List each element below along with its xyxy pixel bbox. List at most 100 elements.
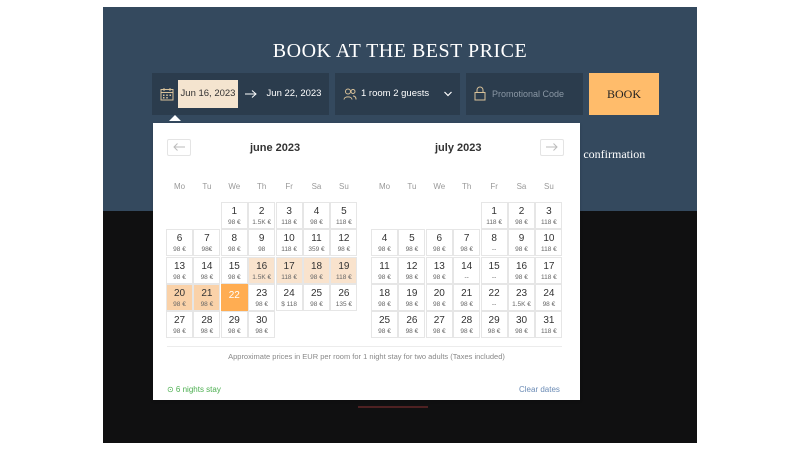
calendar-day[interactable]: 12 98 € xyxy=(330,229,358,257)
weekday-header: Su xyxy=(543,182,554,191)
calendar-day[interactable]: 19 118 € xyxy=(330,256,358,284)
day-number: 15 xyxy=(228,260,240,272)
calendar-day[interactable]: 28 98 € xyxy=(453,311,481,339)
calendar-day[interactable]: 15 98 € xyxy=(220,256,248,284)
calendar-day[interactable]: 6 98 € xyxy=(166,229,193,257)
calendar-day[interactable]: 14 98 € xyxy=(193,256,221,284)
day-price: 98 € xyxy=(378,273,391,281)
calendar-day[interactable]: 24 $ 118 xyxy=(275,283,303,311)
day-number: 18 xyxy=(378,287,391,299)
day-number: 5 xyxy=(409,233,415,245)
calendar-day[interactable]: 9 98 € xyxy=(508,229,535,257)
calendar-day[interactable]: 20 98 € xyxy=(166,283,193,311)
day-price: 118 € xyxy=(540,246,557,254)
calendar-day[interactable]: 17 118 € xyxy=(535,256,563,284)
guests-selector[interactable]: 1 room 2 guests xyxy=(335,73,460,115)
calendar-day[interactable]: 16 1.5K € xyxy=(248,256,276,284)
book-button[interactable]: BOOK xyxy=(589,73,659,115)
calendar-day[interactable]: 21 98 € xyxy=(453,283,481,311)
calendar-day[interactable]: 27 98 € xyxy=(166,311,193,339)
day-price: 98 € xyxy=(378,300,391,308)
next-month-button[interactable] xyxy=(540,139,564,156)
day-number: 4 xyxy=(381,233,388,245)
calendar-day[interactable]: 26 98 € xyxy=(398,311,426,339)
calendar-day[interactable]: 25 98 € xyxy=(303,283,330,311)
day-number: 20 xyxy=(173,287,186,299)
calendar-day[interactable]: 13 98 € xyxy=(166,256,193,284)
calendar-day[interactable]: 5 118 € xyxy=(330,202,358,229)
calendar-day[interactable]: 30 98 € xyxy=(248,311,276,339)
day-number: 16 xyxy=(256,260,268,272)
check-out-date[interactable]: Jun 22, 2023 xyxy=(264,80,324,108)
day-number: 28 xyxy=(461,315,473,327)
calendar-day[interactable]: 29 98 € xyxy=(480,311,508,339)
day-number: 19 xyxy=(406,287,418,299)
calendar-day[interactable]: 8 98 € xyxy=(220,229,248,257)
day-number: 29 xyxy=(488,315,500,327)
calendar-day[interactable]: 12 98 € xyxy=(398,256,426,284)
calendar-day[interactable]: 1 118 € xyxy=(480,202,508,229)
calendar-day[interactable]: 7 98€ xyxy=(193,229,221,257)
calendar-day[interactable]: 17 118 € xyxy=(275,256,303,284)
calendar-day[interactable]: 10 118 € xyxy=(535,229,563,257)
calendar-day[interactable]: 7 98 € xyxy=(453,229,481,257)
day-number: 11 xyxy=(379,260,390,272)
calendar-day[interactable]: 11 98 € xyxy=(371,256,398,284)
calendar-day[interactable]: 6 98 € xyxy=(425,229,453,257)
day-number: 19 xyxy=(338,260,350,272)
weekday-header: Tu xyxy=(407,182,417,191)
check-in-date[interactable]: Jun 16, 2023 xyxy=(178,80,238,108)
calendar-day[interactable]: 20 98 € xyxy=(425,283,453,311)
calendar-day[interactable]: 22 xyxy=(220,283,248,311)
calendar-day[interactable]: 2 1.5K € xyxy=(248,202,276,229)
promo-code-input[interactable]: Promotional Code xyxy=(492,73,564,115)
hero-frame: BOOK AT THE BEST PRICE e confirmation Ju… xyxy=(103,7,697,443)
calendar-day[interactable]: 31 118 € xyxy=(535,311,563,339)
calendar-day[interactable]: 2 98 € xyxy=(508,202,535,229)
day-price: 118 € xyxy=(281,219,297,226)
calendar-day[interactable]: 16 98 € xyxy=(508,256,535,284)
day-price: 98 € xyxy=(432,300,446,308)
calendar-day[interactable]: 23 1.5K € xyxy=(508,283,535,311)
date-range-field[interactable]: Jun 16, 2023 Jun 22, 2023 xyxy=(152,73,329,115)
calendar-day[interactable]: 15 -- xyxy=(480,256,508,284)
calendar-day[interactable]: 3 118 € xyxy=(275,202,303,229)
calendar-day[interactable]: 24 98 € xyxy=(535,283,563,311)
calendar-day[interactable]: 4 98 € xyxy=(303,202,330,229)
calendar-day[interactable]: 10 118 € xyxy=(275,229,303,257)
calendar-day[interactable]: 8 -- xyxy=(480,229,508,257)
day-number: 22 xyxy=(488,287,500,299)
calendar-day[interactable]: 1 98 € xyxy=(220,202,248,229)
calendar-day[interactable]: 18 98 € xyxy=(371,283,398,311)
day-price: 98 € xyxy=(405,273,419,281)
day-number: 14 xyxy=(201,260,213,272)
calendar-day[interactable]: 27 98 € xyxy=(425,311,453,339)
day-number: 21 xyxy=(461,287,473,299)
calendar-day[interactable]: 3 118 € xyxy=(535,202,563,229)
day-price: 98€ xyxy=(201,246,213,254)
calendar-day[interactable]: 9 98 xyxy=(248,229,276,257)
calendar-day[interactable]: 23 98 € xyxy=(248,283,276,311)
day-price: 98 € xyxy=(405,246,419,254)
calendar-day[interactable]: 4 98 € xyxy=(371,229,398,257)
day-price: 135 € xyxy=(335,300,353,308)
calendar-day[interactable]: 14 -- xyxy=(453,256,481,284)
calendar-day[interactable]: 26 135 € xyxy=(330,283,358,311)
calendar-day[interactable]: 25 98 € xyxy=(371,311,398,339)
calendar-day[interactable]: 28 98 € xyxy=(193,311,221,339)
clear-dates-link[interactable]: Clear dates xyxy=(519,385,560,394)
promo-code-field[interactable]: Promotional Code xyxy=(466,73,583,115)
calendar-day[interactable]: 30 98 € xyxy=(508,311,535,339)
day-price: 1.5K € xyxy=(252,273,272,281)
calendar-day[interactable]: 11 359 € xyxy=(303,229,330,257)
calendar-day[interactable]: 18 98 € xyxy=(303,256,330,284)
calendar-day[interactable]: 5 98 € xyxy=(398,229,426,257)
calendar-day[interactable]: 29 98 € xyxy=(220,311,248,339)
calendar-day[interactable]: 22 -- xyxy=(480,283,508,311)
arrow-right-icon xyxy=(245,90,257,98)
prev-month-button[interactable] xyxy=(167,139,191,156)
calendar-day[interactable]: 21 98 € xyxy=(193,283,221,311)
calendar-day[interactable]: 19 98 € xyxy=(398,283,426,311)
day-number: 17 xyxy=(283,260,295,272)
calendar-day[interactable]: 13 98 € xyxy=(425,256,453,284)
